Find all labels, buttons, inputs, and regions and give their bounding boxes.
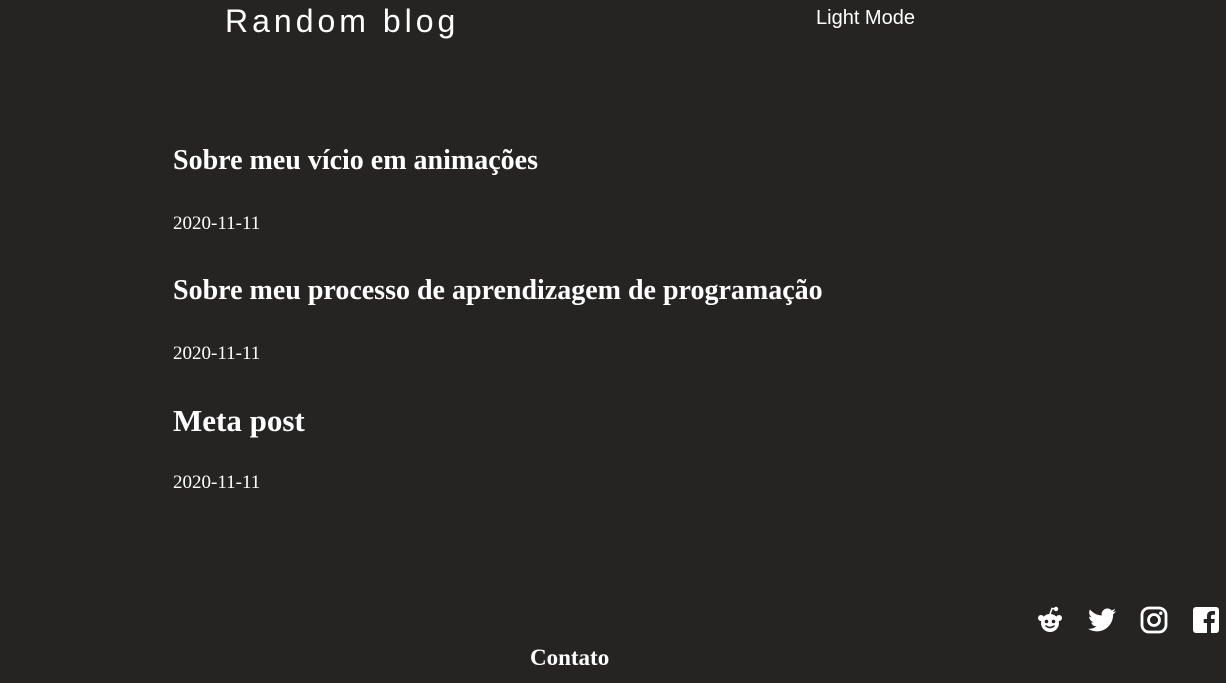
twitter-link[interactable] <box>1087 605 1117 635</box>
reddit-link[interactable] <box>1035 605 1065 635</box>
post-date: 2020-11-11 <box>173 472 261 493</box>
post-item: Sobre meu processo de aprendizagem de pr… <box>173 275 823 365</box>
post-date: 2020-11-11 <box>173 343 261 364</box>
facebook-link[interactable] <box>1191 605 1221 635</box>
post-item: Meta post 2020-11-11 <box>173 403 305 494</box>
site-title-link[interactable]: Random blog <box>225 3 459 40</box>
social-links <box>1035 605 1221 635</box>
reddit-icon <box>1036 606 1064 634</box>
light-mode-toggle[interactable]: Light Mode <box>816 7 915 30</box>
post-title-link[interactable]: Meta post <box>173 403 305 439</box>
post-date: 2020-11-11 <box>173 213 261 234</box>
post-item: Sobre meu vício em animações 2020-11-11 <box>173 145 538 235</box>
instagram-link[interactable] <box>1139 605 1169 635</box>
instagram-icon <box>1140 606 1168 634</box>
facebook-icon <box>1193 607 1219 633</box>
post-title-link[interactable]: Sobre meu processo de aprendizagem de pr… <box>173 275 823 307</box>
twitter-icon <box>1088 608 1116 632</box>
contact-heading: Contato <box>530 645 610 670</box>
post-title-link[interactable]: Sobre meu vício em animações <box>173 145 538 177</box>
